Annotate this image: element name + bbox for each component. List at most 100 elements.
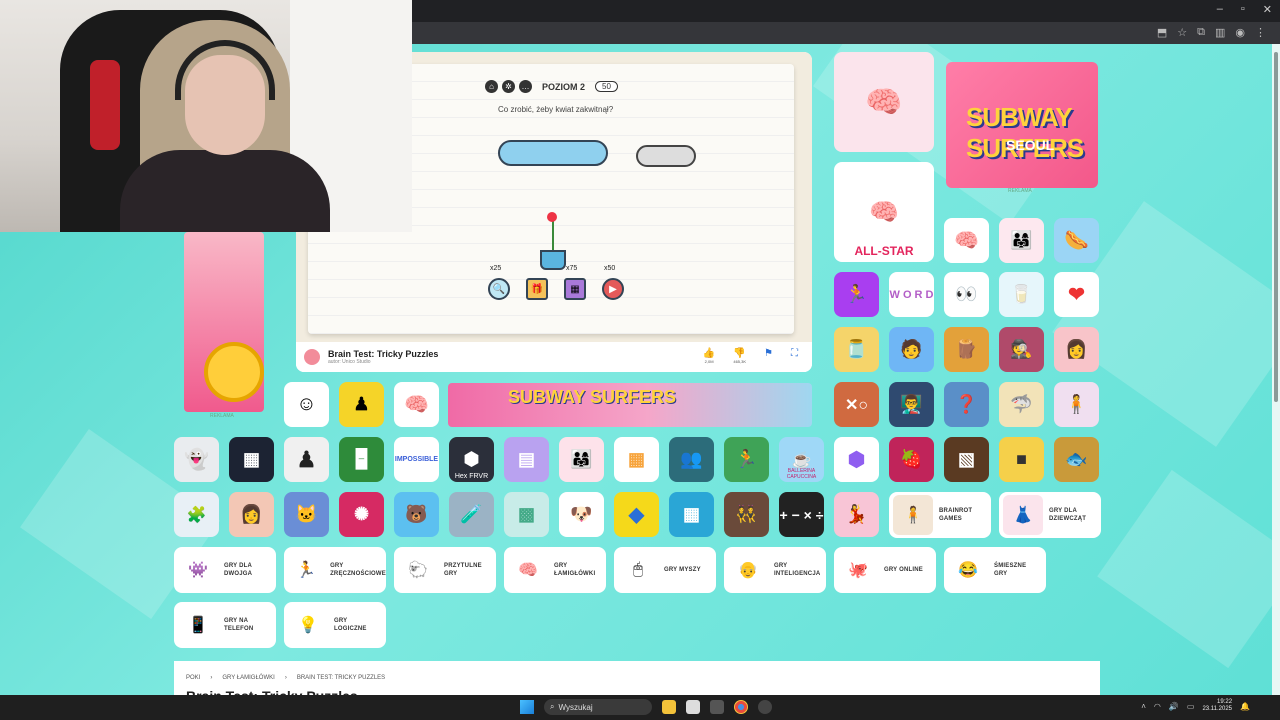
- game-tile[interactable]: 🧑: [889, 327, 934, 372]
- left-ad[interactable]: [184, 232, 264, 412]
- category-mouse[interactable]: 🖱 GRY MYSZY: [614, 547, 716, 593]
- notepad-icon[interactable]: [686, 700, 700, 714]
- chevron-up-icon[interactable]: ˄: [1141, 702, 1146, 711]
- game-tile[interactable]: 🧠: [394, 382, 439, 427]
- close-icon[interactable]: ✕: [1263, 3, 1272, 16]
- game-tile-brain-test-all-star[interactable]: 🧠 ALL-STAR: [834, 162, 934, 262]
- game-tile[interactable]: ❤: [1054, 272, 1099, 317]
- gift-button[interactable]: 🎁: [526, 278, 548, 300]
- game-tile-brain-test-2[interactable]: 🧠: [834, 52, 934, 152]
- game-tile[interactable]: 💃: [834, 492, 879, 537]
- install-icon[interactable]: ⬒: [1157, 26, 1167, 39]
- bookmark-star-icon[interactable]: ☆: [1177, 26, 1187, 39]
- skip-button[interactable]: x50 ▶: [602, 265, 624, 300]
- game-tile[interactable]: ⬢: [834, 437, 879, 482]
- clock[interactable]: 19:22 23.11.2025: [1202, 699, 1232, 713]
- game-tile[interactable]: IMPOSSIBLE: [394, 437, 439, 482]
- game-tile[interactable]: 🐟: [1054, 437, 1099, 482]
- scrollbar-thumb[interactable]: [1274, 52, 1278, 402]
- game-tile[interactable]: W O R D: [889, 272, 934, 317]
- category-logic[interactable]: 💡 GRY LOGICZNE: [284, 602, 386, 648]
- taskbar-search[interactable]: ⌕ Wyszukaj: [544, 699, 652, 715]
- game-tile[interactable]: 👻: [174, 437, 219, 482]
- game-tile[interactable]: ▤: [504, 437, 549, 482]
- category-skill[interactable]: 🏃 GRY ZRĘCZNOŚCIOWE: [284, 547, 386, 593]
- game-tile[interactable]: 👨‍👩‍👧: [559, 437, 604, 482]
- category-two-players[interactable]: 👾 GRY DLA DWOJGA: [174, 547, 276, 593]
- hint-search-button[interactable]: x25 🔍: [488, 265, 510, 300]
- category-funny[interactable]: 😂 ŚMIESZNE GRY: [944, 547, 1046, 593]
- sidepanel-icon[interactable]: ▥: [1215, 26, 1225, 39]
- dislike-button[interactable]: 👎 465,3K: [733, 348, 746, 364]
- game-tile[interactable]: ⬢ Hex FRVR: [449, 437, 494, 482]
- like-button[interactable]: 👍 2,0M: [703, 348, 715, 364]
- flag-icon[interactable]: ⚑: [764, 348, 773, 364]
- game-tile[interactable]: ▧: [944, 437, 989, 482]
- game-tile[interactable]: 🪵: [944, 327, 989, 372]
- game-tile[interactable]: 🥛: [999, 272, 1044, 317]
- gray-cloud[interactable]: [636, 145, 696, 167]
- game-tile[interactable]: 👯: [724, 492, 769, 537]
- battery-icon[interactable]: ▭: [1187, 702, 1195, 711]
- game-tile[interactable]: ☕ BALLERINA CAPUCCINA: [779, 437, 824, 482]
- game-tile[interactable]: 👩: [1054, 327, 1099, 372]
- extensions-icon[interactable]: ⧉: [1197, 26, 1205, 39]
- more-icon[interactable]: …: [519, 80, 532, 93]
- game-tile[interactable]: 🏃: [724, 437, 769, 482]
- volume-icon[interactable]: 🔊: [1169, 702, 1179, 711]
- game-tile[interactable]: 🫙: [834, 327, 879, 372]
- game-tile[interactable]: 🏃: [834, 272, 879, 317]
- fullscreen-icon[interactable]: ⛶: [791, 348, 798, 364]
- video-hint-button[interactable]: x75 ▦: [564, 265, 586, 300]
- obs-icon[interactable]: [758, 700, 772, 714]
- game-tile[interactable]: ✺: [339, 492, 384, 537]
- game-tile[interactable]: ▦: [614, 437, 659, 482]
- game-tile[interactable]: 🍓: [889, 437, 934, 482]
- category-brainrot[interactable]: 🧍 BRAINROT GAMES: [889, 492, 991, 538]
- game-tile[interactable]: 🐱: [284, 492, 329, 537]
- right-ad[interactable]: SUBWAY SURFERS SEOUL: [946, 62, 1098, 188]
- game-tile[interactable]: + − × ÷: [779, 492, 824, 537]
- game-tile[interactable]: 🐻: [394, 492, 439, 537]
- game-tile[interactable]: 🌭: [1054, 218, 1099, 263]
- game-tile[interactable]: 👥: [669, 437, 714, 482]
- game-tile[interactable]: 👨‍🏫: [889, 382, 934, 427]
- game-tile[interactable]: 🧠: [944, 218, 989, 263]
- game-tile[interactable]: ♟: [284, 437, 329, 482]
- minimize-icon[interactable]: –: [1217, 3, 1223, 16]
- file-explorer-icon[interactable]: [662, 700, 676, 714]
- windows-start-icon[interactable]: [520, 700, 534, 714]
- game-tile[interactable]: ■: [999, 437, 1044, 482]
- blue-cloud[interactable]: [498, 140, 608, 166]
- game-tile[interactable]: 🐶: [559, 492, 604, 537]
- category-intelligence[interactable]: 👴 GRY INTELIGENCJA: [724, 547, 826, 593]
- menu-icon[interactable]: ⋮: [1255, 26, 1266, 39]
- category-cozy[interactable]: 🐑 PRZYTULNE GRY: [394, 547, 496, 593]
- game-tile[interactable]: 👀: [944, 272, 989, 317]
- profile-icon[interactable]: ◉: [1235, 26, 1245, 39]
- game-tile[interactable]: 👩: [229, 492, 274, 537]
- game-tile[interactable]: 🕵: [999, 327, 1044, 372]
- game-tile[interactable]: ❓: [944, 382, 989, 427]
- category-puzzles[interactable]: 🧠 GRY ŁAMIGŁÓWKI: [504, 547, 606, 593]
- game-tile[interactable]: 🧍: [1054, 382, 1099, 427]
- game-tile[interactable]: ▦: [229, 437, 274, 482]
- game-tile[interactable]: 🁢: [339, 437, 384, 482]
- game-tile[interactable]: ▦: [669, 492, 714, 537]
- game-tile[interactable]: 👨‍👩‍👧: [999, 218, 1044, 263]
- category-phone[interactable]: 📱 GRY NA TELEFON: [174, 602, 276, 648]
- game-tile[interactable]: ◆: [614, 492, 659, 537]
- game-tile[interactable]: ▩: [504, 492, 549, 537]
- game-tile[interactable]: 🧪: [449, 492, 494, 537]
- network-icon[interactable]: ◠: [1154, 702, 1161, 711]
- game-tile[interactable]: 🦈: [999, 382, 1044, 427]
- game-tile[interactable]: 🧩: [174, 492, 219, 537]
- flower-bud[interactable]: [547, 212, 557, 222]
- home-icon[interactable]: ⌂: [485, 80, 498, 93]
- banner-ad[interactable]: SUBWAY SURFERS: [448, 383, 812, 427]
- app-icon[interactable]: [710, 700, 724, 714]
- category-girls[interactable]: 👗 GRY DLA DZIEWCZĄT: [999, 492, 1101, 538]
- page-scrollbar[interactable]: [1272, 44, 1280, 695]
- category-online[interactable]: 🐙 GRY ONLINE: [834, 547, 936, 593]
- game-tile[interactable]: ☺: [284, 382, 329, 427]
